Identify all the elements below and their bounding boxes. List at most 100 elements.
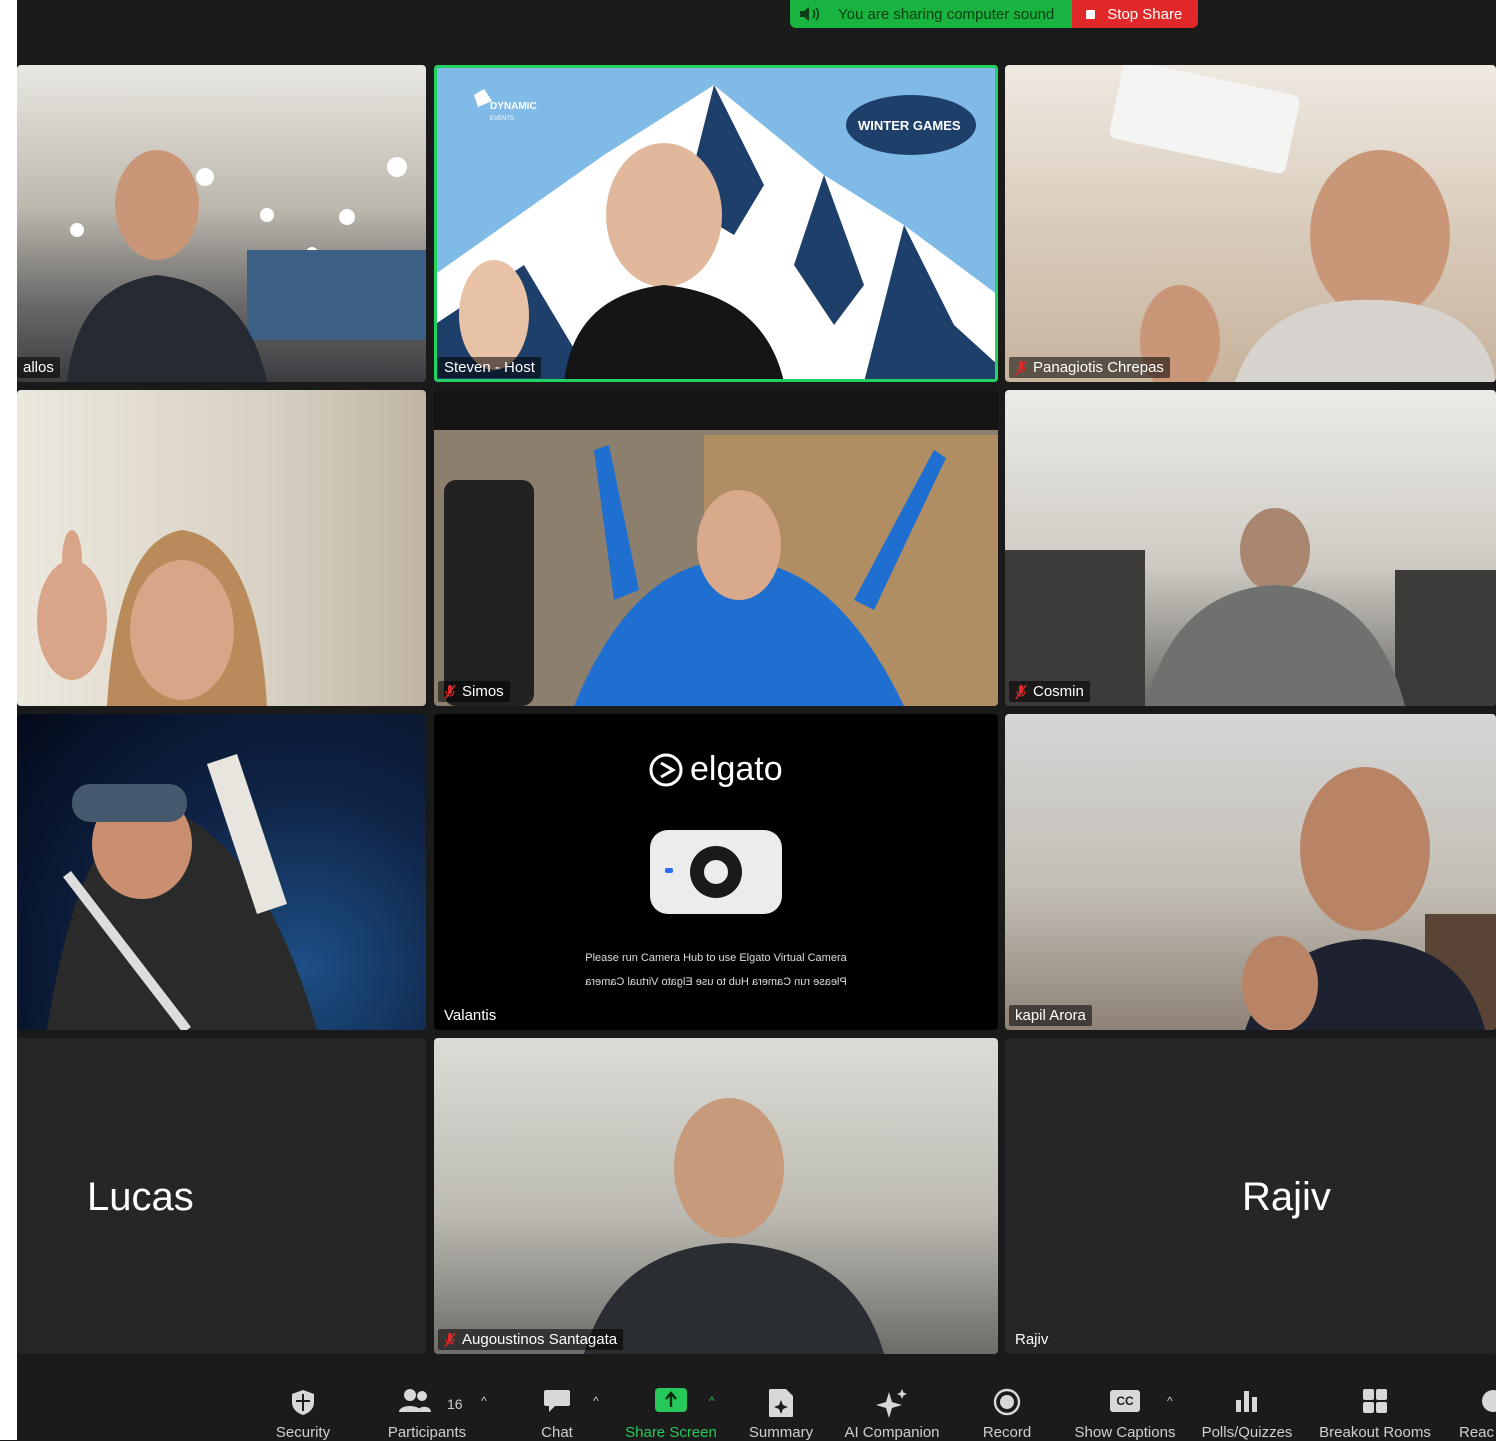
breakout-rooms-label: Breakout Rooms (1319, 1424, 1431, 1441)
ai-sparkle-icon (876, 1389, 907, 1418)
video-tile-space-background[interactable] (17, 714, 426, 1030)
participant-name: kapil Arora (1015, 1007, 1086, 1024)
video-feed (67, 150, 426, 382)
participant-name: Steven - Host (444, 359, 535, 376)
video-tile-lucas[interactable]: Lucas (17, 1038, 426, 1354)
elgato-brand: elgato (690, 750, 783, 788)
winter-games-badge: WINTER GAMES (858, 118, 961, 133)
share-screen-label: Share Screen (625, 1424, 717, 1441)
stop-share-button[interactable]: Stop Share (1072, 0, 1199, 28)
participant-name-tag: Panagiotis Chrepas (1009, 357, 1170, 378)
stop-share-label: Stop Share (1107, 5, 1183, 23)
participant-name: Augoustinos Santagata (462, 1331, 618, 1348)
record-button[interactable]: Record (967, 1382, 1047, 1441)
summary-icon (769, 1389, 793, 1417)
sharing-sound-text: You are sharing computer sound (838, 5, 1055, 23)
meeting-toolbar: Security 16 Participants ^ Chat ^ Share … (17, 1382, 1496, 1441)
logo-text: DYNAMIC (490, 101, 537, 112)
video-tile-valantis[interactable]: elgato Please run Camera Hub to use Elga… (434, 714, 998, 1030)
video-tile-kapil-arora[interactable]: kapil Arora (1005, 714, 1496, 1030)
mic-muted-icon (1015, 360, 1027, 375)
camera-hub-message: Please run Camera Hub to use Elgato Virt… (585, 952, 847, 964)
chat-label: Chat (541, 1424, 573, 1441)
video-feed (47, 754, 317, 1030)
participant-name-tag: Rajiv (1009, 1329, 1054, 1350)
stop-square-icon (1086, 9, 1096, 19)
participants-icon (399, 1389, 431, 1412)
video-tile-thumbs-up-woman[interactable] (17, 390, 426, 706)
reactions-label: Reac (1459, 1424, 1495, 1440)
polls-quizzes-label: Polls/Quizzes (1201, 1424, 1293, 1441)
participant-name-tag: Augoustinos Santagata (438, 1329, 624, 1350)
left-edge (0, 0, 17, 1440)
video-tile-augoustinos[interactable]: Augoustinos Santagata (434, 1038, 998, 1354)
participants-label: Participants (387, 1424, 467, 1441)
video-tile-allos[interactable]: allos (17, 65, 426, 382)
participant-name: Simos (462, 683, 504, 700)
sharing-sound-indicator: You are sharing computer sound (790, 0, 1073, 28)
shield-icon (292, 1390, 314, 1415)
breakout-rooms-button[interactable]: Breakout Rooms (1315, 1382, 1435, 1441)
participants-options-caret[interactable]: ^ (481, 1394, 487, 1408)
participant-name: Panagiotis Chrepas (1033, 359, 1164, 376)
mic-muted-icon (444, 1332, 456, 1347)
reactions-icon (1482, 1390, 1496, 1412)
camera-hub-message-mirrored: Please run Camera Hub to use Elgato Virt… (585, 976, 847, 988)
video-tile-simos[interactable]: Simos (434, 390, 998, 706)
polls-quizzes-button[interactable]: Polls/Quizzes (1197, 1382, 1297, 1441)
dynamic-events-logo: DYNAMIC EVENTS (490, 101, 537, 123)
share-screen-options-caret[interactable]: ^ (709, 1394, 715, 1408)
video-feed (1109, 65, 1496, 382)
participant-name-tag: Cosmin (1009, 681, 1090, 702)
video-tile-steven-host[interactable]: DYNAMIC EVENTS WINTER GAMES Steven - Hos… (434, 65, 998, 382)
ai-companion-label: AI Companion (844, 1424, 940, 1441)
video-feed (37, 530, 267, 706)
security-label: Security (275, 1424, 331, 1441)
video-tile-rajiv[interactable]: Rajiv Rajiv (1005, 1038, 1496, 1354)
video-feed (1005, 508, 1496, 706)
participant-name-tag: Steven - Host (438, 357, 541, 378)
participants-count: 16 (447, 1396, 463, 1412)
participant-name: Valantis (444, 1007, 497, 1024)
chat-button[interactable]: Chat (517, 1382, 597, 1441)
video-feed (584, 1098, 884, 1354)
chat-icon (544, 1390, 570, 1412)
participant-big-name: Rajiv (1242, 1175, 1331, 1219)
participant-name: allos (23, 359, 54, 376)
record-icon (993, 1388, 1021, 1416)
cc-icon: CC (1110, 1390, 1140, 1412)
participant-big-name: Lucas (87, 1175, 194, 1219)
share-screen-button[interactable]: Share Screen (617, 1382, 725, 1441)
share-banner: You are sharing computer sound Stop Shar… (790, 0, 1199, 28)
camera-hub-icon (650, 830, 782, 914)
participant-name-tag: Valantis (438, 1005, 503, 1026)
participant-name-tag: Simos (438, 681, 510, 702)
reactions-button[interactable]: Reac (1457, 1382, 1496, 1440)
breakout-rooms-icon (1363, 1389, 1387, 1413)
mic-muted-icon (1015, 684, 1027, 699)
participant-name-tag: kapil Arora (1009, 1005, 1092, 1026)
summary-label: Summary (748, 1424, 814, 1441)
elgato-logo-icon (649, 753, 683, 787)
polls-icon (1236, 1391, 1257, 1412)
participant-name: Rajiv (1015, 1331, 1049, 1348)
mic-muted-icon (444, 684, 456, 699)
show-captions-button[interactable]: CC Show Captions (1067, 1382, 1183, 1441)
logo-subtext: EVENTS (490, 116, 515, 122)
video-tile-cosmin[interactable]: Cosmin (1005, 390, 1496, 706)
speaker-icon (800, 7, 820, 21)
captions-options-caret[interactable]: ^ (1167, 1394, 1173, 1408)
participant-name-tag: allos (17, 357, 60, 378)
summary-button[interactable]: Summary (739, 1382, 823, 1441)
participants-button[interactable]: 16 Participants (377, 1382, 477, 1441)
record-label: Record (982, 1424, 1032, 1441)
video-tile-panagiotis[interactable]: Panagiotis Chrepas (1005, 65, 1496, 382)
chat-options-caret[interactable]: ^ (593, 1394, 599, 1408)
ai-companion-button[interactable]: AI Companion (837, 1382, 947, 1441)
security-button[interactable]: Security (263, 1382, 343, 1441)
participant-name: Cosmin (1033, 683, 1084, 700)
video-feed (1242, 767, 1496, 1030)
share-screen-icon (655, 1388, 687, 1412)
video-feed (434, 430, 998, 706)
show-captions-label: Show Captions (1074, 1424, 1176, 1441)
